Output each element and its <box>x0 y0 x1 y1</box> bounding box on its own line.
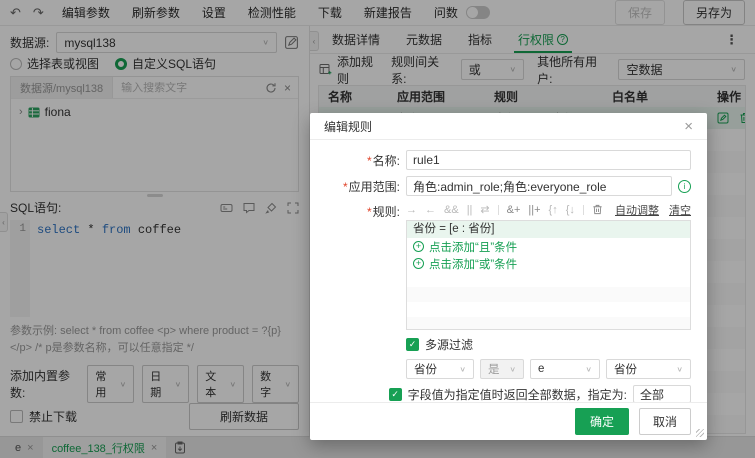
return-all-label: 字段值为指定值时返回全部数据，指定为: <box>407 387 627 402</box>
scope-label-text: 应用范围: <box>348 179 400 194</box>
checkbox-checked-icon: ✓ <box>406 338 419 351</box>
rule-expression[interactable]: 省份 = [e : 省份] <box>407 221 690 238</box>
required-mark: * <box>366 153 372 168</box>
dialog-body: *名称: *应用范围: i *规则: → ← && || ⇄ <box>310 140 707 402</box>
filter-selects-row: 省份 ∨ 是 ∨ e ∨ 省份 ∨ <box>406 359 691 379</box>
chevron-down-icon: ∨ <box>509 364 516 373</box>
or-icon[interactable]: || <box>467 204 473 216</box>
trash-icon[interactable] <box>592 204 603 215</box>
name-label-text: 名称: <box>372 153 400 168</box>
return-all-row: ✓ 字段值为指定值时返回全部数据，指定为: <box>326 385 691 402</box>
dialog-footer: 确定 取消 <box>310 402 707 440</box>
auto-adjust-link[interactable]: 自动调整 <box>615 202 659 218</box>
bracket-up-icon[interactable]: {↑ <box>549 204 558 216</box>
rule-empty-rows <box>407 272 690 329</box>
info-icon[interactable]: i <box>678 179 691 193</box>
dialog-title: 编辑规则 <box>324 119 373 134</box>
scope-input[interactable] <box>406 176 672 196</box>
required-mark: * <box>366 205 372 219</box>
add-or-condition-label: 点击添加“或”条件 <box>429 258 518 271</box>
add-or-condition-link[interactable]: + 点击添加“或”条件 <box>407 255 690 272</box>
filter-operator-select: 是 ∨ <box>480 359 524 379</box>
cancel-button[interactable]: 取消 <box>638 408 691 435</box>
rule-condition-box: 省份 = [e : 省份] + 点击添加“且”条件 + 点击添加“或”条件 <box>406 220 691 330</box>
plus-circle-icon: + <box>413 241 424 252</box>
multi-source-row: ✓ 多源过滤 <box>406 336 691 353</box>
multi-source-filter[interactable]: ✓ 多源过滤 <box>406 336 473 353</box>
toolbar-divider <box>497 204 499 215</box>
clear-link[interactable]: 清空 <box>669 202 691 218</box>
filter-target-value: 省份 <box>614 364 637 376</box>
rule-toolbar-links: 自动调整 清空 <box>615 202 691 218</box>
move-right-icon[interactable]: → <box>406 204 417 216</box>
chevron-down-icon: ∨ <box>459 364 466 373</box>
rule-label-text: 规则: <box>372 205 400 219</box>
confirm-button[interactable]: 确定 <box>574 408 629 435</box>
move-left-icon[interactable]: ← <box>425 204 436 216</box>
scope-row: *应用范围: i <box>326 176 691 196</box>
chevron-down-icon: ∨ <box>676 364 683 373</box>
plus-circle-icon: + <box>413 258 424 269</box>
filter-target-select[interactable]: 省份 ∨ <box>606 359 691 379</box>
add-and-condition-label: 点击添加“且”条件 <box>429 241 518 254</box>
toolbar-divider <box>582 204 584 215</box>
return-all-input[interactable] <box>633 385 691 402</box>
add-or-icon[interactable]: ||+ <box>528 204 540 216</box>
bracket-down-icon[interactable]: {↓ <box>566 204 575 216</box>
multi-source-label: 多源过滤 <box>425 338 474 352</box>
rule-editor: → ← && || ⇄ &+ ||+ {↑ {↓ 自动调整 清空 省份 = [e… <box>406 202 691 330</box>
add-and-icon[interactable]: &+ <box>507 204 521 216</box>
add-and-condition-link[interactable]: + 点击添加“且”条件 <box>407 238 690 255</box>
edit-rule-dialog: 编辑规则 × *名称: *应用范围: i *规则: → ← && <box>310 113 707 440</box>
and-icon[interactable]: && <box>444 204 459 216</box>
filter-operator-value: 是 <box>488 364 500 376</box>
checkbox-checked-icon[interactable]: ✓ <box>388 387 402 401</box>
filter-param-select[interactable]: e ∨ <box>530 359 600 379</box>
filter-field-select[interactable]: 省份 ∨ <box>406 359 474 379</box>
close-icon[interactable]: × <box>684 119 693 134</box>
name-input[interactable] <box>406 150 691 170</box>
rule-row: *规则: → ← && || ⇄ &+ ||+ {↑ {↓ 自动调整 清空 省份… <box>326 202 691 330</box>
scope-label: *应用范围: <box>326 178 400 195</box>
swap-icon[interactable]: ⇄ <box>480 203 489 216</box>
required-mark: * <box>342 179 348 194</box>
name-label: *名称: <box>326 152 400 169</box>
name-row: *名称: <box>326 150 691 170</box>
rule-editor-toolbar: → ← && || ⇄ &+ ||+ {↑ {↓ 自动调整 清空 <box>406 202 691 217</box>
filter-param-value: e <box>538 363 545 375</box>
rule-label: *规则: <box>326 203 400 220</box>
chevron-down-icon: ∨ <box>585 364 592 373</box>
dialog-header[interactable]: 编辑规则 × <box>310 113 707 140</box>
filter-field-value: 省份 <box>414 364 437 376</box>
app-window: ↶ ↷ 编辑参数 刷新参数 设置 检测性能 下载 新建报告 问数 保存 另存为 … <box>0 0 755 458</box>
